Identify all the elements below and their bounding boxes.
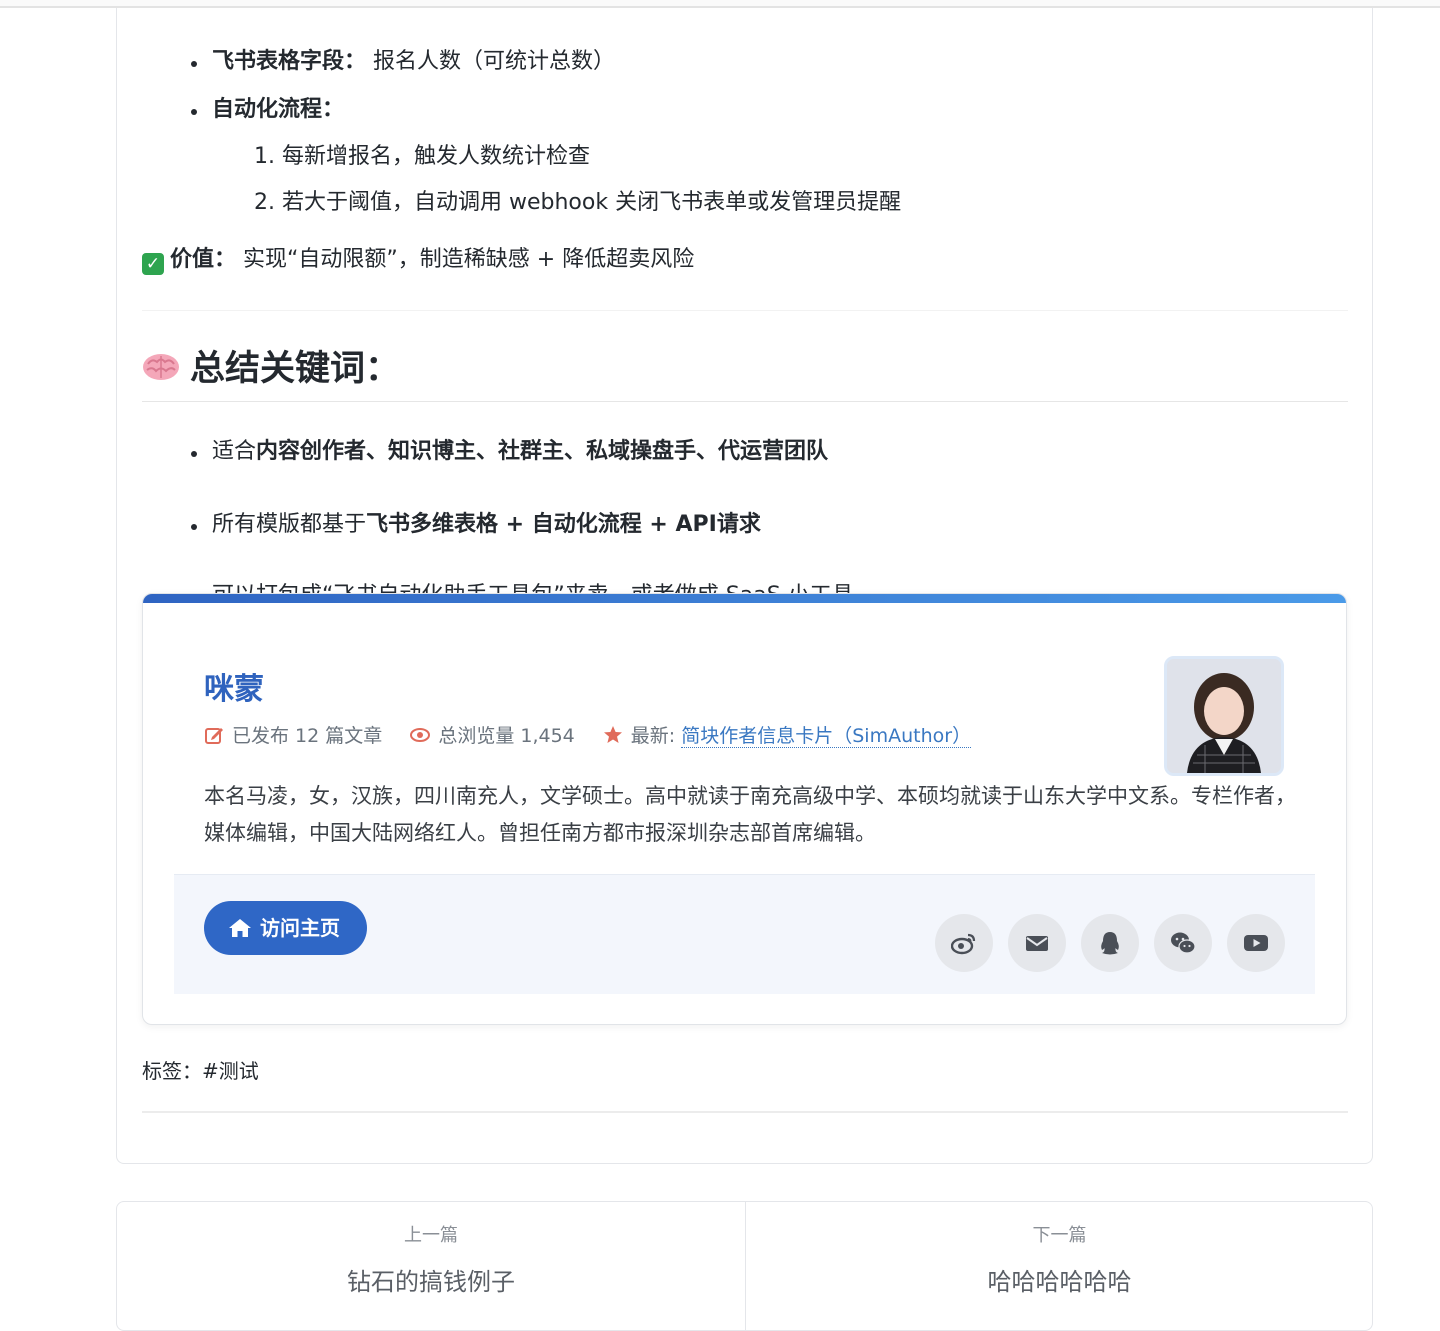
visit-homepage-button[interactable]: 访问主页 — [204, 901, 367, 955]
author-meta: 已发布 12 篇文章 总浏览量 1,454 最新: 简块作者信息卡片（SimAu… — [204, 722, 993, 750]
qq-icon — [1101, 932, 1119, 955]
next-post-link[interactable]: 下一篇 哈哈哈哈哈哈 — [745, 1202, 1372, 1330]
latest-article-link[interactable]: 简块作者信息卡片（SimAuthor） — [681, 725, 972, 748]
list-item: 自动化流程： — [142, 98, 344, 122]
home-icon — [229, 919, 251, 937]
keyword-bold: 飞书多维表格 + 自动化流程 + API请求 — [366, 512, 761, 537]
keyword-prefix: 适合 — [212, 439, 257, 464]
article-count-text: 已发布 12 篇文章 — [232, 725, 383, 747]
brain-icon — [143, 354, 179, 380]
mail-button[interactable] — [1008, 914, 1066, 972]
card-accent-bar — [143, 594, 1346, 603]
edit-icon — [205, 728, 223, 744]
weibo-icon — [951, 933, 976, 955]
author-card: 咪蒙 已发布 12 篇文章 总浏览量 1,454 最新: 简块作者信息卡片（Si… — [142, 593, 1347, 1025]
step-item: 1. 每新增报名，触发人数统计检查 — [254, 144, 590, 169]
youtube-button[interactable] — [1227, 914, 1285, 972]
article-container: 飞书表格字段： 报名人数（可统计总数） 自动化流程： 1. 每新增报名，触发人数… — [116, 8, 1373, 1164]
article-count: 已发布 12 篇文章 — [204, 722, 382, 750]
bullet-text: 报名人数（可统计总数） — [366, 49, 616, 74]
prev-post-title: 钻石的搞钱例子 — [347, 1268, 515, 1296]
check-mark-icon: ✓ — [142, 253, 164, 275]
keyword-prefix: 所有模版都基于 — [212, 512, 367, 537]
qq-button[interactable] — [1081, 914, 1139, 972]
next-post-label: 下一篇 — [1032, 1225, 1087, 1246]
top-divider — [0, 0, 1440, 8]
latest-label: 最新: — [630, 725, 676, 747]
value-text: 实现“自动限额”，制造稀缺感 + 降低超卖风险 — [236, 247, 695, 272]
next-post-title: 哈哈哈哈哈哈 — [987, 1268, 1132, 1296]
author-photo — [1167, 659, 1281, 773]
section-heading: 总结关键词： — [142, 344, 1348, 394]
star-icon — [603, 726, 622, 743]
prev-post-label: 上一篇 — [404, 1225, 458, 1246]
author-bio: 本名马凌，女，汉族，四川南充人，文学硕士。高中就读于南充高级中学、本硕均就读于山… — [204, 784, 1296, 845]
step-item: 2. 若大于阈值，自动调用 webhook 关闭飞书表单或发管理员提醒 — [254, 190, 902, 215]
wechat-button[interactable] — [1154, 914, 1212, 972]
card-footer: 访问主页 — [174, 874, 1315, 994]
value-label: 价值： — [170, 247, 237, 272]
wechat-icon — [1171, 932, 1196, 954]
keyword-bold: 内容创作者、知识博主、社群主、私域操盘手、代运营团队 — [256, 439, 829, 464]
value-statement: ✓ 价值： 实现“自动限额”，制造稀缺感 + 降低超卖风险 — [142, 247, 694, 275]
view-count: 总浏览量 1,454 — [410, 722, 575, 750]
bullet-bold-label: 飞书表格字段： — [212, 49, 367, 74]
mail-icon — [1026, 936, 1048, 951]
tags-label: 标签： — [142, 1059, 202, 1083]
avatar — [1164, 656, 1284, 776]
list-item: 适合内容创作者、知识博主、社群主、私域操盘手、代运营团队 — [142, 440, 1348, 464]
divider — [142, 310, 1348, 311]
tag-link[interactable]: #测试 — [202, 1059, 259, 1083]
list-item: 所有模版都基于飞书多维表格 + 自动化流程 + API请求 — [142, 513, 1348, 537]
section-heading-text: 总结关键词： — [190, 349, 401, 389]
latest-article: 最新: 简块作者信息卡片（SimAuthor） — [603, 722, 972, 750]
bullet-bold-label: 自动化流程： — [212, 97, 345, 122]
view-count-text: 总浏览量 1,454 — [438, 725, 575, 747]
article-content: 飞书表格字段： 报名人数（可统计总数） 自动化流程： 1. 每新增报名，触发人数… — [142, 8, 1348, 1113]
heading-underline — [142, 401, 1348, 402]
list-item: 飞书表格字段： 报名人数（可统计总数） — [142, 50, 615, 74]
divider — [142, 1111, 1348, 1113]
visit-homepage-label: 访问主页 — [260, 916, 340, 940]
prev-post-link[interactable]: 上一篇 钻石的搞钱例子 — [117, 1202, 745, 1330]
eye-icon — [410, 728, 431, 742]
tags-line: 标签：#测试 — [142, 1056, 259, 1086]
youtube-icon — [1244, 935, 1268, 951]
author-name[interactable]: 咪蒙 — [204, 672, 264, 708]
weibo-button[interactable] — [935, 914, 993, 972]
post-navigation: 上一篇 钻石的搞钱例子 下一篇 哈哈哈哈哈哈 — [116, 1201, 1373, 1331]
